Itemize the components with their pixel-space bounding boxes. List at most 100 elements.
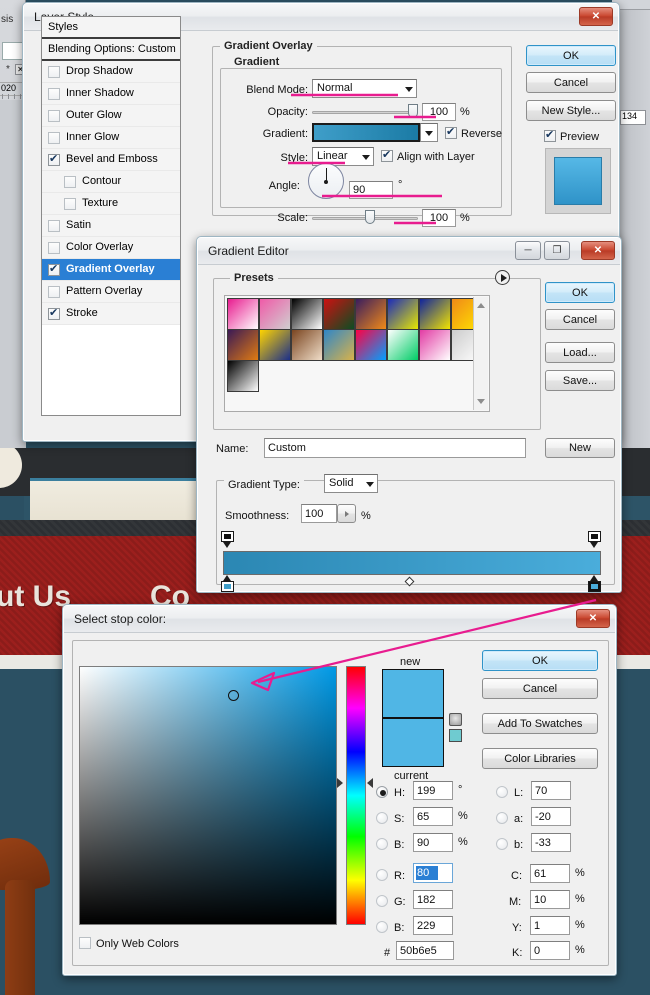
styles-list[interactable]: Styles Blending Options: Custom Drop Sha… <box>41 16 181 416</box>
gradient-new-button[interactable]: New <box>545 438 615 458</box>
gradient-editor-ok-button[interactable]: OK <box>545 282 615 303</box>
gradient-picker-dropdown[interactable] <box>420 123 438 142</box>
opacity-slider-track[interactable] <box>312 111 418 114</box>
style-item-texture[interactable]: Texture <box>42 193 180 215</box>
hue-input[interactable]: 199 <box>413 781 453 800</box>
gradient-preset-swatch[interactable] <box>291 329 323 361</box>
align-with-layer-checkbox[interactable] <box>381 150 393 162</box>
gradient-editor-titlebar[interactable]: Gradient Editor ─ ❐ ✕ <box>198 238 620 265</box>
angle-input[interactable]: 90 <box>349 181 393 199</box>
layer-style-close-button[interactable]: ✕ <box>579 7 613 26</box>
gradient-preview-swatch[interactable] <box>312 123 420 142</box>
gradient-opacity-stop-left[interactable] <box>221 531 234 548</box>
opacity-slider-knob[interactable] <box>408 104 418 118</box>
black-input[interactable]: 0 <box>530 941 570 960</box>
opacity-input[interactable]: 100 <box>422 103 456 121</box>
style-item-gradient-overlay[interactable]: Gradient Overlay <box>42 259 180 281</box>
gradient-preset-swatch[interactable] <box>323 298 355 330</box>
smoothness-stepper[interactable] <box>337 504 356 523</box>
radio-saturation[interactable] <box>376 812 388 824</box>
gradient-preset-swatch[interactable] <box>387 329 419 361</box>
saturation-input[interactable]: 65 <box>413 807 453 826</box>
brightness-input[interactable]: 90 <box>413 833 453 852</box>
yellow-input[interactable]: 1 <box>530 916 570 935</box>
lab-a-input[interactable]: -20 <box>531 807 571 826</box>
style-item-drop-shadow[interactable]: Drop Shadow <box>42 61 180 83</box>
radio-blue[interactable] <box>376 921 388 933</box>
minimize-button[interactable]: ─ <box>515 241 541 260</box>
only-web-colors-checkbox[interactable] <box>79 937 91 949</box>
blue-input[interactable]: 229 <box>413 916 453 935</box>
gradient-editor-cancel-button[interactable]: Cancel <box>545 309 615 330</box>
gradient-preset-swatch[interactable] <box>323 329 355 361</box>
select-stop-color-close-button[interactable]: ✕ <box>576 609 610 628</box>
gradient-preset-swatch[interactable] <box>387 298 419 330</box>
gradient-preset-swatch[interactable] <box>355 329 387 361</box>
gradient-preset-swatch[interactable] <box>419 329 451 361</box>
checkbox-inner-glow[interactable] <box>48 132 60 144</box>
hue-slider[interactable] <box>346 666 366 925</box>
gradient-color-stop-left[interactable] <box>221 575 234 592</box>
checkbox-gradient-overlay[interactable] <box>48 264 60 276</box>
select-stop-color-ok-button[interactable]: OK <box>482 650 598 671</box>
gradient-editor-load-button[interactable]: Load... <box>545 342 615 363</box>
presets-scrollbar[interactable] <box>473 297 488 410</box>
style-item-pattern-overlay[interactable]: Pattern Overlay <box>42 281 180 303</box>
right-panel-value[interactable]: 134 <box>620 110 646 125</box>
style-item-outer-glow[interactable]: Outer Glow <box>42 105 180 127</box>
style-item-stroke[interactable]: Stroke <box>42 303 180 325</box>
gradient-preset-swatch[interactable] <box>227 329 259 361</box>
radio-lab-a[interactable] <box>496 812 508 824</box>
gradient-preset-swatch[interactable] <box>355 298 387 330</box>
style-item-color-overlay[interactable]: Color Overlay <box>42 237 180 259</box>
gradient-opacity-stop-right[interactable] <box>588 531 601 548</box>
style-item-inner-glow[interactable]: Inner Glow <box>42 127 180 149</box>
radio-lab-b[interactable] <box>496 838 508 850</box>
gradient-preset-swatch[interactable] <box>259 298 291 330</box>
checkbox-bevel-and-emboss[interactable] <box>48 154 60 166</box>
add-to-swatches-button[interactable]: Add To Swatches <box>482 713 598 734</box>
checkbox-drop-shadow[interactable] <box>48 66 60 78</box>
presets-menu-icon[interactable] <box>495 270 510 285</box>
select-stop-color-cancel-button[interactable]: Cancel <box>482 678 598 699</box>
layer-style-ok-button[interactable]: OK <box>526 45 616 66</box>
presets-swatch-grid[interactable] <box>224 295 490 412</box>
checkbox-outer-glow[interactable] <box>48 110 60 122</box>
smoothness-input[interactable]: 100 <box>301 504 337 523</box>
radio-brightness[interactable] <box>376 838 388 850</box>
checkbox-inner-shadow[interactable] <box>48 88 60 100</box>
preview-checkbox[interactable] <box>544 130 556 142</box>
layer-style-cancel-button[interactable]: Cancel <box>526 72 616 93</box>
scroll-down-icon[interactable] <box>477 399 485 404</box>
checkbox-texture[interactable] <box>64 198 76 210</box>
gradient-preset-swatch[interactable] <box>259 329 291 361</box>
hex-input[interactable]: 50b6e5 <box>396 941 454 960</box>
layer-style-new-style-button[interactable]: New Style... <box>526 100 616 121</box>
style-item-satin[interactable]: Satin <box>42 215 180 237</box>
style-item-inner-shadow[interactable]: Inner Shadow <box>42 83 180 105</box>
lab-b-input[interactable]: -33 <box>531 833 571 852</box>
checkbox-stroke[interactable] <box>48 308 60 320</box>
current-color-swatch[interactable] <box>382 718 444 767</box>
panel-tab-label[interactable]: sis <box>1 14 13 25</box>
checkbox-satin[interactable] <box>48 220 60 232</box>
gradient-strip[interactable] <box>223 551 601 575</box>
cyan-input[interactable]: 61 <box>530 864 570 883</box>
select-stop-color-titlebar[interactable]: Select stop color: ✕ <box>64 606 615 633</box>
web-safe-swatch-icon[interactable] <box>449 729 462 742</box>
gradient-preset-swatch[interactable] <box>227 298 259 330</box>
saturation-value-field[interactable] <box>79 666 337 925</box>
angle-dial[interactable] <box>308 163 344 199</box>
gradient-editor-save-button[interactable]: Save... <box>545 370 615 391</box>
lightness-input[interactable]: 70 <box>531 781 571 800</box>
gradient-editor-close-button[interactable]: ✕ <box>581 241 615 260</box>
style-item-contour[interactable]: Contour <box>42 171 180 193</box>
preset-grid[interactable] <box>227 298 483 391</box>
gradient-type-select[interactable]: Solid <box>324 474 378 493</box>
radio-green[interactable] <box>376 895 388 907</box>
radio-hue[interactable] <box>376 786 388 798</box>
blend-mode-select[interactable]: Normal <box>312 79 417 98</box>
magenta-input[interactable]: 10 <box>530 890 570 909</box>
color-libraries-button[interactable]: Color Libraries <box>482 748 598 769</box>
scale-input[interactable]: 100 <box>422 209 456 227</box>
